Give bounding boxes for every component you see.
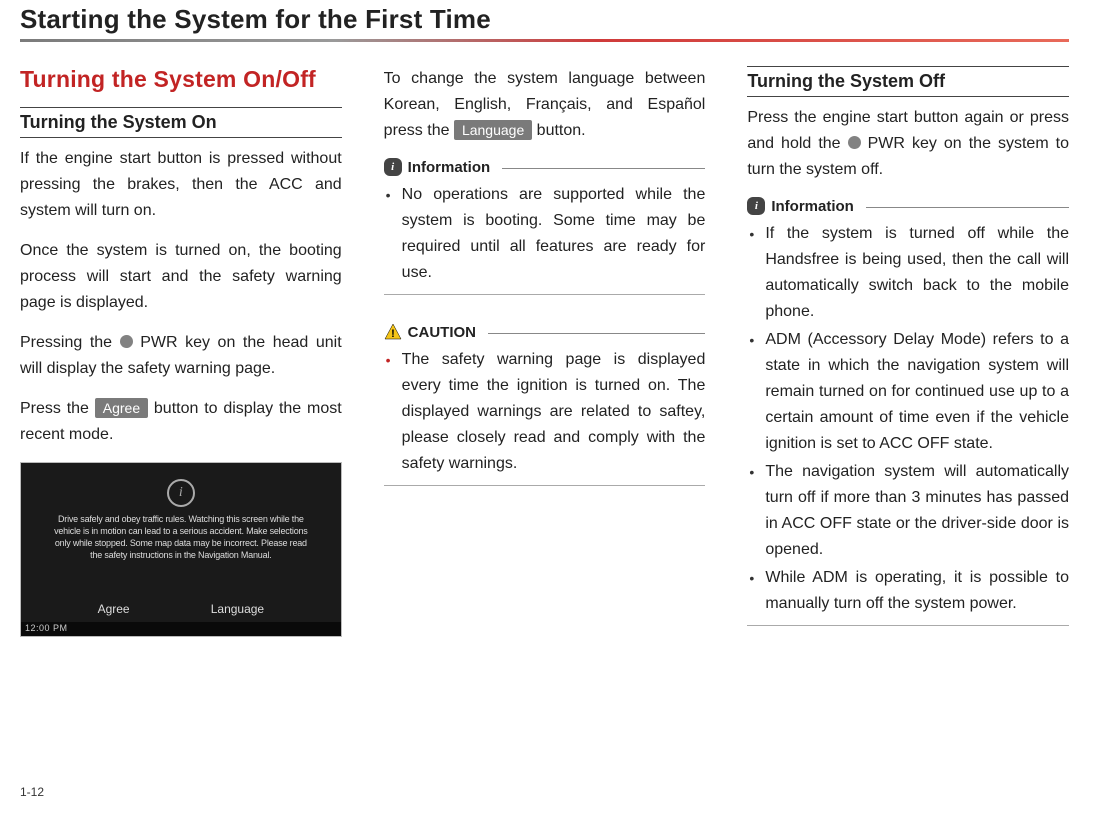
paragraph: Once the system is turned on, the bootin… xyxy=(20,238,342,316)
caution-bullet-list: The safety warning page is displayed eve… xyxy=(384,347,706,477)
page-title: Starting the System for the First Time xyxy=(20,4,1069,35)
pwr-dot-icon xyxy=(120,335,133,348)
paragraph: Press the engine start button again or p… xyxy=(747,105,1069,183)
caution-icon: ! xyxy=(384,323,402,341)
information-header: i Information xyxy=(384,158,706,176)
page-number: 1-12 xyxy=(20,785,44,799)
information-label: Information xyxy=(771,198,854,215)
info-bullet: ADM (Accessory Delay Mode) refers to a s… xyxy=(747,327,1069,457)
screenshot-status-bar: 12:00 PM xyxy=(21,622,341,636)
text-fragment: button. xyxy=(532,122,585,139)
info-bullet-list: If the system is turned off while the Ha… xyxy=(747,221,1069,617)
divider xyxy=(384,485,706,486)
information-header: i Information xyxy=(747,197,1069,215)
info-bullet: While ADM is operating, it is possible t… xyxy=(747,565,1069,617)
pwr-dot-icon xyxy=(848,136,861,149)
svg-text:!: ! xyxy=(391,328,395,340)
section-on-off-title: Turning the System On/Off xyxy=(20,66,342,93)
column-1: Turning the System On/Off Turning the Sy… xyxy=(20,66,342,637)
caution-divider xyxy=(488,333,705,334)
info-icon: i xyxy=(384,158,402,176)
screenshot-agree-button: Agree xyxy=(88,600,140,618)
info-bullet: If the system is turned off while the Ha… xyxy=(747,221,1069,325)
page-content: Starting the System for the First Time T… xyxy=(0,4,1099,637)
paragraph: Pressing the PWR key on the head unit wi… xyxy=(20,330,342,382)
info-divider xyxy=(502,168,705,169)
info-circle-icon: i xyxy=(167,479,195,507)
paragraph: Press the Agree button to display the mo… xyxy=(20,396,342,448)
caution-bullet: The safety warning page is displayed eve… xyxy=(384,347,706,477)
screenshot-language-button: Language xyxy=(201,600,274,618)
text-fragment: Press the xyxy=(20,400,95,417)
agree-button-inline: Agree xyxy=(95,398,148,418)
paragraph: If the engine start button is pressed wi… xyxy=(20,146,342,224)
sub-title-on: Turning the System On xyxy=(20,110,342,135)
paragraph: To change the system language between Ko… xyxy=(384,66,706,144)
divider xyxy=(747,625,1069,626)
info-divider xyxy=(866,207,1069,208)
information-label: Information xyxy=(408,159,491,176)
text-fragment: Pressing the xyxy=(20,334,120,351)
divider xyxy=(384,294,706,295)
caution-label: CAUTION xyxy=(408,324,476,341)
safety-warning-screenshot: i Drive safely and obey traffic rules. W… xyxy=(20,462,342,637)
language-button-inline: Language xyxy=(454,120,532,140)
sub-section-rule: Turning the System Off xyxy=(747,66,1069,97)
info-bullet: The navigation system will automatically… xyxy=(747,459,1069,563)
screenshot-warning-text: Drive safely and obey traffic rules. Wat… xyxy=(21,513,341,561)
title-divider xyxy=(20,39,1069,42)
caution-header: ! CAUTION xyxy=(384,323,706,341)
column-3: Turning the System Off Press the engine … xyxy=(747,66,1069,637)
sub-section-rule: Turning the System On xyxy=(20,107,342,138)
info-bullet: No operations are supported while the sy… xyxy=(384,182,706,286)
column-2: To change the system language between Ko… xyxy=(384,66,706,637)
screenshot-button-row: Agree Language xyxy=(21,600,341,618)
info-icon: i xyxy=(747,197,765,215)
columns: Turning the System On/Off Turning the Sy… xyxy=(20,66,1069,637)
sub-title-off: Turning the System Off xyxy=(747,69,1069,94)
info-bullet-list: No operations are supported while the sy… xyxy=(384,182,706,286)
